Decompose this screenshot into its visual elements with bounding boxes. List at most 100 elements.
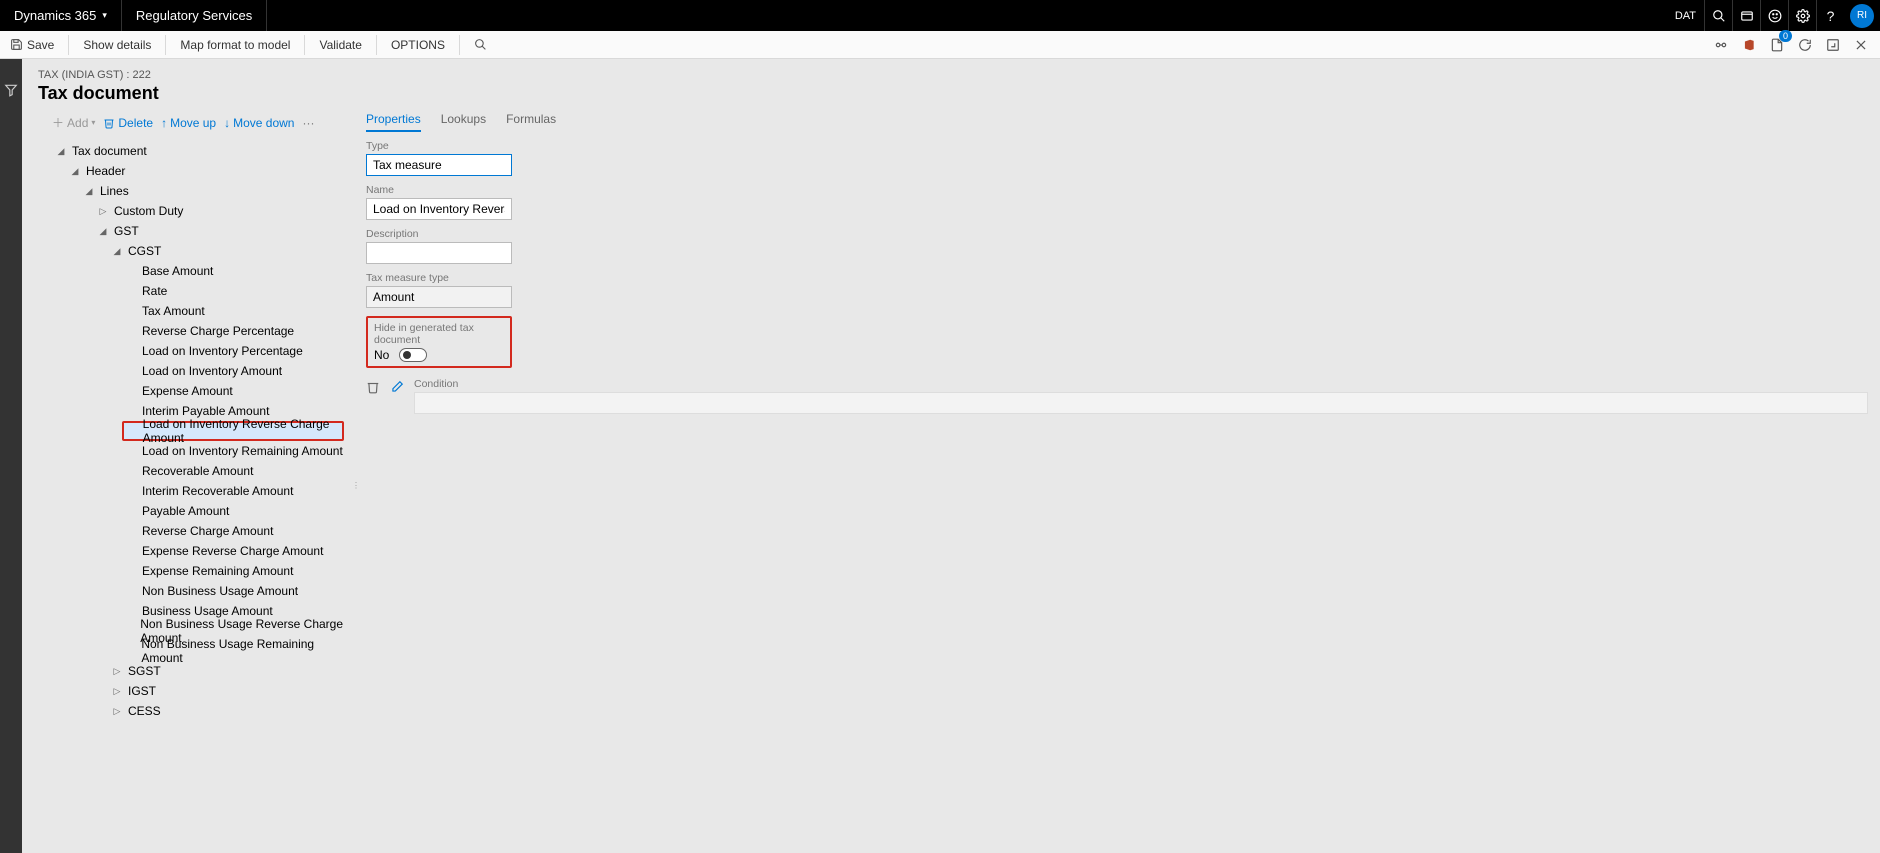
tab-formulas[interactable]: Formulas <box>506 112 556 132</box>
command-bar-right: 0 <box>1714 38 1880 52</box>
condition-row: Condition <box>366 378 1868 414</box>
find-button[interactable] <box>464 31 497 59</box>
tab-lookups[interactable]: Lookups <box>441 112 486 132</box>
measure-type-input[interactable]: Amount <box>366 286 512 308</box>
brand-label: Dynamics 365 <box>14 8 96 23</box>
tree-node-header[interactable]: ◢Header <box>66 161 344 181</box>
save-button[interactable]: Save <box>0 31 64 59</box>
field-name-label: Name <box>366 184 1868 196</box>
delete-condition-button[interactable] <box>366 380 380 394</box>
search-icon[interactable] <box>1704 0 1732 31</box>
tree-node-cess[interactable]: ▷CESS <box>108 701 344 721</box>
edit-condition-button[interactable] <box>390 380 404 394</box>
tree-node-leaf[interactable]: ▷Expense Amount <box>122 381 344 401</box>
tree-node-label: Load on Inventory Amount <box>142 364 282 378</box>
caret-icon: ◢ <box>70 166 80 177</box>
avatar[interactable]: RI <box>1850 4 1874 28</box>
move-up-button[interactable]: ↑Move up <box>161 116 216 130</box>
tree-node-label: Business Usage Amount <box>142 604 273 618</box>
show-details-button[interactable]: Show details <box>73 31 161 59</box>
tree-node-leaf[interactable]: ▷Load on Inventory Percentage <box>122 341 344 361</box>
delete-button[interactable]: Delete <box>103 116 153 130</box>
module-label[interactable]: Regulatory Services <box>122 0 267 31</box>
office-icon[interactable] <box>1742 38 1756 52</box>
tree-node-label: Interim Payable Amount <box>142 404 269 418</box>
tree-node-root[interactable]: ◢Tax document <box>52 141 344 161</box>
tree-column: ＋Add▾ Delete ↑Move up ↓Move down ··· ◢Ta… <box>22 108 352 853</box>
tree-node-leaf[interactable]: ▷Base Amount <box>122 261 344 281</box>
type-combo[interactable]: Tax measure <box>366 154 512 176</box>
tree-node-leaf[interactable]: ▷Reverse Charge Percentage <box>122 321 344 341</box>
tree-node-leaf[interactable]: ▷Tax Amount <box>122 301 344 321</box>
tree-node-leaf[interactable]: ▷Recoverable Amount <box>122 461 344 481</box>
page-title: Tax document <box>38 83 1864 104</box>
link-icon[interactable] <box>1714 38 1728 52</box>
field-type: Type Tax measure <box>366 140 1868 176</box>
chevron-down-icon: ▾ <box>102 10 107 21</box>
tree-node-custom-duty[interactable]: ▷Custom Duty <box>94 201 344 221</box>
tree-node-leaf[interactable]: ▷Interim Recoverable Amount <box>122 481 344 501</box>
main-columns: ＋Add▾ Delete ↑Move up ↓Move down ··· ◢Ta… <box>22 108 1880 853</box>
help-icon[interactable]: ? <box>1816 0 1844 31</box>
pencil-icon <box>390 380 404 394</box>
tab-properties[interactable]: Properties <box>366 112 421 132</box>
trash-icon <box>103 117 115 129</box>
tree-node-lines[interactable]: ◢Lines <box>80 181 344 201</box>
hide-toggle-row: No <box>374 348 504 362</box>
field-name: Name Load on Inventory Reverse Char... <box>366 184 1868 220</box>
messages-icon[interactable] <box>1732 0 1760 31</box>
detail-column: ⋮ Properties Lookups Formulas Type Tax m… <box>352 108 1880 853</box>
tree: ◢Tax document ◢Header ◢Lines ▷Custom Dut… <box>52 141 344 721</box>
condition-icons <box>366 378 404 394</box>
caret-icon: ◢ <box>56 146 66 157</box>
tree-node-label: Payable Amount <box>142 504 229 518</box>
filter-rail[interactable] <box>0 59 22 853</box>
condition-input[interactable] <box>414 392 1868 414</box>
hide-toggle[interactable] <box>399 348 427 362</box>
tree-node-leaf[interactable]: ▷Expense Reverse Charge Amount <box>122 541 344 561</box>
field-measure-label: Tax measure type <box>366 272 1868 284</box>
tree-node-leaf[interactable]: ▷Expense Remaining Amount <box>122 561 344 581</box>
more-actions[interactable]: ··· <box>302 116 314 130</box>
tree-node-gst[interactable]: ◢GST <box>94 221 344 241</box>
tree-node-label: Tax Amount <box>142 304 205 318</box>
options-button[interactable]: OPTIONS <box>381 31 455 59</box>
trash-icon <box>366 380 380 394</box>
tree-node-leaf[interactable]: ▷Payable Amount <box>122 501 344 521</box>
tree-node-leaf[interactable]: ▷Load on Inventory Amount <box>122 361 344 381</box>
tree-node-label: Load on Inventory Remaining Amount <box>142 444 343 458</box>
name-input[interactable]: Load on Inventory Reverse Char... <box>366 198 512 220</box>
smile-icon[interactable] <box>1760 0 1788 31</box>
detail-tabs: Properties Lookups Formulas <box>366 108 1868 134</box>
tree-node-leaf[interactable]: ▷Rate <box>122 281 344 301</box>
tree-node-leaf[interactable]: ▷Reverse Charge Amount <box>122 521 344 541</box>
map-format-button[interactable]: Map format to model <box>170 31 300 59</box>
add-button[interactable]: ＋Add▾ <box>52 114 95 131</box>
move-down-button[interactable]: ↓Move down <box>224 116 294 130</box>
company-picker[interactable]: DAT <box>1667 0 1704 31</box>
tree-node-cgst[interactable]: ◢CGST <box>108 241 344 261</box>
search-icon <box>474 38 487 51</box>
refresh-icon[interactable] <box>1798 38 1812 52</box>
tree-node-leaf[interactable]: ▷Non Business Usage Amount <box>122 581 344 601</box>
notification-badge: 0 <box>1779 30 1792 42</box>
tree-node-leaf[interactable]: ▷Non Business Usage Remaining Amount <box>122 641 344 661</box>
popout-icon[interactable] <box>1826 38 1840 52</box>
save-icon <box>10 38 23 51</box>
notifications-button[interactable]: 0 <box>1770 38 1784 52</box>
caret-icon: ▷ <box>98 206 108 217</box>
tree-node-leaf[interactable]: ▷Load on Inventory Remaining Amount <box>122 441 344 461</box>
description-input[interactable] <box>366 242 512 264</box>
tree-node-leaf[interactable]: ▷Load on Inventory Reverse Charge Amount <box>122 421 344 441</box>
top-nav: Dynamics 365 ▾ Regulatory Services DAT ?… <box>0 0 1880 31</box>
caret-icon: ◢ <box>84 186 94 197</box>
splitter-handle[interactable]: ⋮ <box>352 481 355 495</box>
command-bar: Save Show details Map format to model Va… <box>0 31 1880 59</box>
validate-button[interactable]: Validate <box>309 31 371 59</box>
brand-dropdown[interactable]: Dynamics 365 ▾ <box>0 0 122 31</box>
tree-node-igst[interactable]: ▷IGST <box>108 681 344 701</box>
gear-icon[interactable] <box>1788 0 1816 31</box>
close-icon[interactable] <box>1854 38 1868 52</box>
arrow-down-icon: ↓ <box>224 116 230 130</box>
tree-node-label: Non Business Usage Amount <box>142 584 298 598</box>
